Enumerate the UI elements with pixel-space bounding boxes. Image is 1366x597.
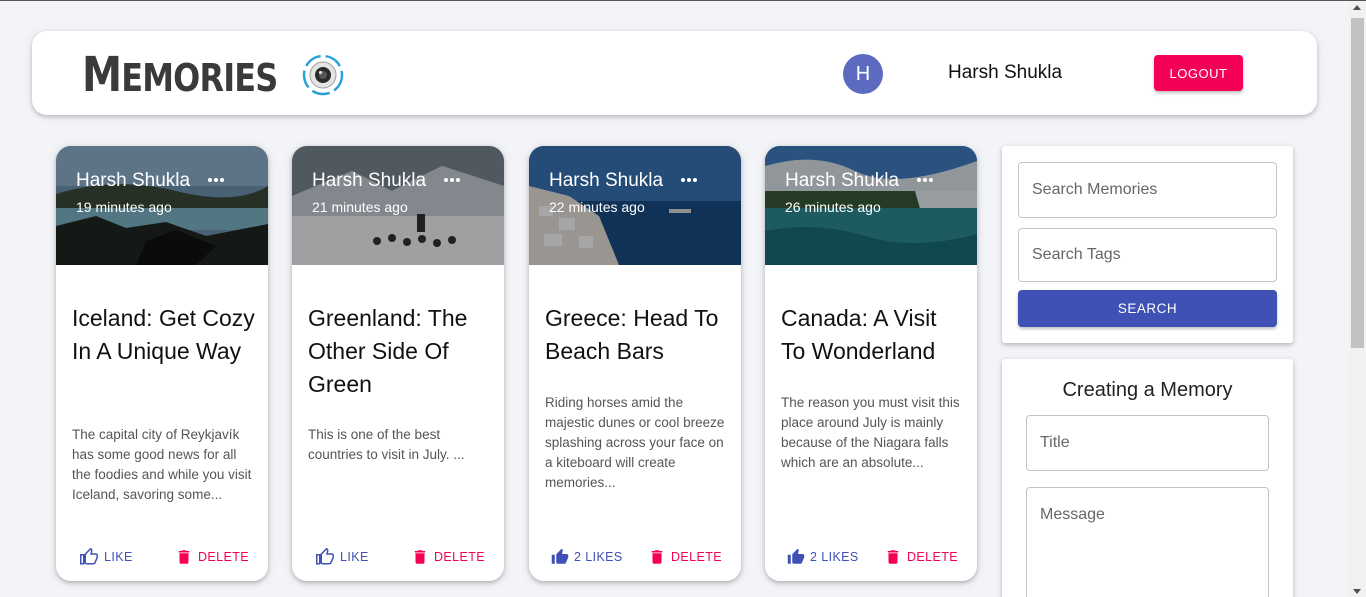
post-title: Canada: A Visit To Wonderland xyxy=(781,305,937,364)
post-image: Harsh Shukla 22 minutes ago xyxy=(529,146,741,265)
more-horiz-icon[interactable] xyxy=(444,178,464,184)
post-time: 19 minutes ago xyxy=(76,199,172,215)
message-textarea[interactable]: Message xyxy=(1026,487,1269,597)
scroll-thumb[interactable] xyxy=(1351,18,1364,348)
like-button[interactable]: LIKE xyxy=(79,545,133,569)
post-card: Harsh Shukla 21 minutes ago Greenland: T… xyxy=(292,146,504,581)
brand-first-letter: M xyxy=(82,47,122,103)
post-author: Harsh Shukla xyxy=(76,170,191,191)
post-message: The capital city of Reykjavík has some g… xyxy=(72,427,252,502)
post-message: Riding horses amid the majestic dunes or… xyxy=(545,395,725,490)
delete-label: DELETE xyxy=(434,550,486,564)
search-button[interactable]: SEARCH xyxy=(1018,290,1277,327)
scroll-up-arrow-icon[interactable] xyxy=(1353,5,1361,10)
trash-icon xyxy=(651,550,663,564)
like-button[interactable]: 2 LIKES xyxy=(787,545,859,569)
thumb-up-outline-icon xyxy=(316,548,334,565)
post-time: 26 minutes ago xyxy=(785,199,881,215)
post-author: Harsh Shukla xyxy=(785,170,900,191)
brand-rest: EMORIES xyxy=(121,56,278,100)
search-tags-input[interactable]: Search Tags xyxy=(1018,228,1277,282)
post-message: The reason you must visit this place aro… xyxy=(781,395,960,470)
delete-label: DELETE xyxy=(198,550,250,564)
more-horiz-icon[interactable] xyxy=(208,178,228,184)
thumb-up-icon xyxy=(787,548,805,564)
post-message: This is one of the best countries to vis… xyxy=(308,427,465,462)
post-author: Harsh Shukla xyxy=(549,170,664,191)
post-author: Harsh Shukla xyxy=(312,170,427,191)
delete-label: DELETE xyxy=(907,550,959,564)
delete-button[interactable]: DELETE xyxy=(648,545,722,569)
brand-heading[interactable]: MEMORIES xyxy=(82,51,278,102)
thumb-up-icon xyxy=(551,548,569,564)
post-card: Harsh Shukla 22 minutes ago Greece: Head… xyxy=(529,146,741,581)
search-memories-input[interactable]: Search Memories xyxy=(1018,162,1277,218)
search-panel: Search Memories Search Tags SEARCH xyxy=(1002,146,1293,343)
like-label: 2 LIKES xyxy=(574,550,623,564)
trash-icon xyxy=(178,550,190,564)
avatar[interactable]: H xyxy=(843,54,883,94)
post-time: 22 minutes ago xyxy=(549,199,645,215)
like-label: LIKE xyxy=(104,550,133,564)
post-title: Iceland: Get Cozy In A Unique Way xyxy=(72,305,255,364)
delete-button[interactable]: DELETE xyxy=(411,545,485,569)
post-image: Harsh Shukla 21 minutes ago xyxy=(292,146,504,265)
trash-icon xyxy=(887,550,899,564)
post-title: Greenland: The Other Side Of Green xyxy=(308,305,468,397)
thumb-up-outline-icon xyxy=(80,548,98,565)
like-button[interactable]: LIKE xyxy=(315,545,369,569)
camera-lens-logo-icon xyxy=(302,54,344,96)
delete-button[interactable]: DELETE xyxy=(175,545,249,569)
delete-button[interactable]: DELETE xyxy=(884,545,958,569)
logout-button[interactable]: LOGOUT xyxy=(1154,55,1243,91)
trash-icon xyxy=(414,550,426,564)
more-horiz-icon[interactable] xyxy=(917,178,937,184)
scroll-down-arrow-icon[interactable] xyxy=(1353,589,1361,594)
form-heading: Creating a Memory xyxy=(1062,379,1233,401)
title-input[interactable]: Title xyxy=(1026,415,1269,471)
post-image: Harsh Shukla 26 minutes ago xyxy=(765,146,977,265)
app-bar: MEMORIES H Harsh Shukla LOGOUT xyxy=(32,31,1317,115)
delete-label: DELETE xyxy=(671,550,723,564)
post-title: Greece: Head To Beach Bars xyxy=(545,305,719,364)
post-card: Harsh Shukla 19 minutes ago Iceland: Get… xyxy=(56,146,268,581)
post-image: Harsh Shukla 19 minutes ago xyxy=(56,146,268,265)
post-card: Harsh Shukla 26 minutes ago Canada: A Vi… xyxy=(765,146,977,581)
post-time: 21 minutes ago xyxy=(312,199,408,215)
like-label: 2 LIKES xyxy=(810,550,859,564)
user-name: Harsh Shukla xyxy=(948,62,1063,83)
like-label: LIKE xyxy=(340,550,369,564)
like-button[interactable]: 2 LIKES xyxy=(551,545,623,569)
more-horiz-icon[interactable] xyxy=(681,178,701,184)
page-scrollbar[interactable] xyxy=(1349,1,1366,597)
create-memory-form: Creating a Memory Title Message xyxy=(1002,359,1293,597)
